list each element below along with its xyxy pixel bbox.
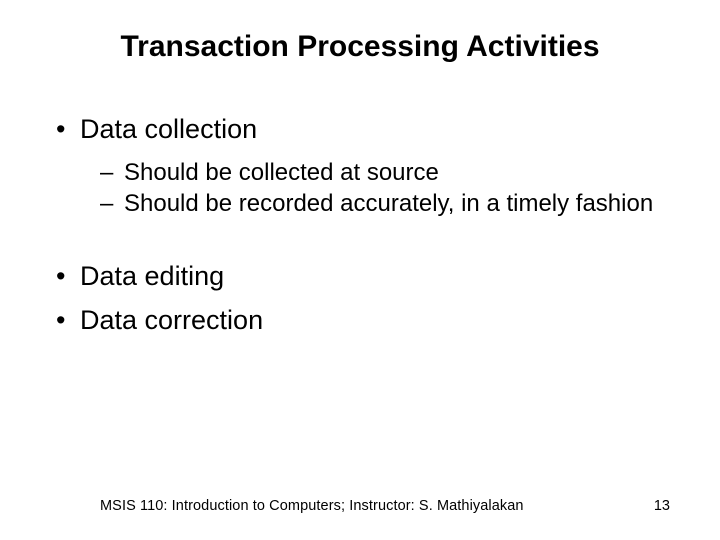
- bullet-data-collection: Data collection: [56, 112, 670, 147]
- slide-title: Transaction Processing Activities: [50, 30, 670, 64]
- slide-container: Transaction Processing Activities Data c…: [0, 0, 720, 540]
- footer-text: MSIS 110: Introduction to Computers; Ins…: [100, 498, 524, 514]
- page-number: 13: [654, 498, 670, 514]
- slide-content: Data collection Should be collected at s…: [50, 112, 670, 338]
- subbullet-recorded-accurately: Should be recorded accurately, in a time…: [56, 188, 670, 219]
- subbullet-collected-at-source: Should be collected at source: [56, 157, 670, 188]
- slide-footer: MSIS 110: Introduction to Computers; Ins…: [0, 498, 720, 514]
- spacer: [56, 219, 670, 259]
- bullet-data-correction: Data correction: [56, 303, 670, 338]
- bullet-data-editing: Data editing: [56, 259, 670, 294]
